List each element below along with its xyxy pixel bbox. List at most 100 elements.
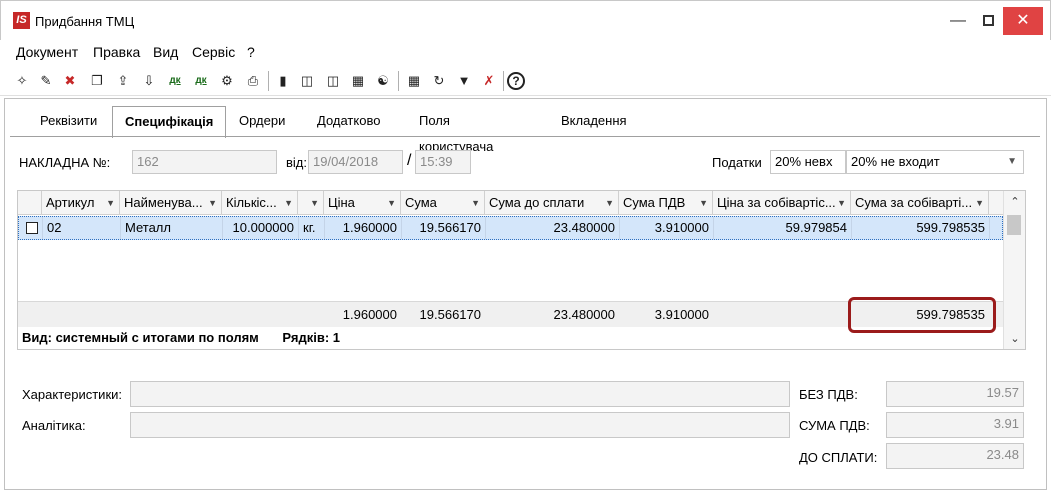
scroll-thumb[interactable] bbox=[1007, 215, 1021, 235]
cell-price[interactable]: 1.960000 bbox=[325, 217, 402, 239]
grid-header-article[interactable]: Артикул ▼ bbox=[42, 191, 120, 215]
chevron-up-icon[interactable]: ⌃ bbox=[1004, 195, 1026, 208]
menu-help[interactable]: ? bbox=[247, 44, 255, 60]
tax-mode-value: 20% не входит bbox=[851, 154, 940, 169]
window-title: Придбання ТМЦ bbox=[35, 14, 135, 29]
to-pay-label: ДО СПЛАТИ: bbox=[799, 450, 878, 465]
edit-document-icon[interactable]: ✎ bbox=[35, 70, 57, 92]
grid-rows-count: Рядків: 1 bbox=[282, 330, 341, 345]
cell-vat-sum[interactable]: 3.910000 bbox=[620, 217, 714, 239]
debit-credit-alt-icon[interactable]: дк bbox=[190, 70, 212, 92]
grid-header-unit[interactable]: ▼ bbox=[298, 191, 324, 215]
refresh-icon[interactable]: ↻ bbox=[428, 70, 450, 92]
chevron-down-icon: ▼ bbox=[1007, 156, 1017, 167]
filter-icon[interactable]: ▼ bbox=[453, 70, 475, 92]
sort-arrow-icon: ▼ bbox=[975, 198, 984, 208]
grid-header-vat-sum[interactable]: Сума ПДВ ▼ bbox=[619, 191, 713, 215]
menu-service[interactable]: Сервіс bbox=[192, 44, 235, 60]
group-icon[interactable]: ▦ bbox=[347, 70, 369, 92]
split-view-icon[interactable]: ◫ bbox=[322, 70, 344, 92]
sort-arrow-icon: ▼ bbox=[284, 198, 293, 208]
time-field[interactable]: 15:39 bbox=[415, 150, 471, 174]
maximize-button[interactable] bbox=[971, 7, 1005, 35]
cell-cost-sum[interactable]: 599.798535 bbox=[852, 217, 990, 239]
vertical-scrollbar[interactable]: ⌃ ⌄ bbox=[1003, 191, 1025, 349]
debit-credit-icon[interactable]: дк bbox=[164, 70, 186, 92]
import-icon[interactable]: ⇩ bbox=[138, 70, 160, 92]
total-price: 1.960000 bbox=[342, 307, 397, 322]
grid-header-name[interactable]: Найменува... ▼ bbox=[120, 191, 222, 215]
date-field[interactable]: 19/04/2018 bbox=[308, 150, 403, 174]
grid-header-sum[interactable]: Сума ▼ bbox=[401, 191, 485, 215]
toolbar-separator bbox=[503, 71, 504, 91]
grid-header-price[interactable]: Ціна ▼ bbox=[324, 191, 401, 215]
tax-mode-select[interactable]: 20% не входит ▼ bbox=[846, 150, 1024, 174]
tab-additional[interactable]: Додатково bbox=[305, 108, 392, 136]
cell-sum[interactable]: 19.566170 bbox=[402, 217, 486, 239]
tax-rate-field[interactable]: 20% невх bbox=[770, 150, 846, 174]
table-icon[interactable]: ▦ bbox=[403, 70, 425, 92]
characteristics-field[interactable] bbox=[130, 381, 790, 407]
menu-view[interactable]: Вид bbox=[153, 44, 178, 60]
sort-arrow-icon: ▼ bbox=[605, 198, 614, 208]
grid-header-quantity[interactable]: Кількіс... ▼ bbox=[222, 191, 298, 215]
columns-icon[interactable]: ◫ bbox=[296, 70, 318, 92]
table-row[interactable]: 02 Металл 10.000000 кг. 1.960000 19.5661… bbox=[18, 216, 1003, 240]
taxes-label: Податки bbox=[712, 155, 762, 170]
copy-icon[interactable]: ❐ bbox=[86, 70, 108, 92]
analytics-field[interactable] bbox=[130, 412, 790, 438]
grid-header-cost-sum[interactable]: Сума за собіварті... ▼ bbox=[851, 191, 989, 215]
cell-name[interactable]: Металл bbox=[121, 217, 223, 239]
sort-arrow-icon: ▼ bbox=[106, 198, 115, 208]
chevron-down-icon[interactable]: ⌄ bbox=[1004, 332, 1026, 345]
cell-unit[interactable]: кг. bbox=[299, 217, 325, 239]
vat-field[interactable]: 3.91 bbox=[886, 412, 1024, 438]
toolbar-separator bbox=[268, 71, 269, 91]
close-icon: ✕ bbox=[1016, 12, 1030, 29]
tree-icon[interactable]: ☯ bbox=[372, 70, 394, 92]
close-button[interactable]: ✕ bbox=[1003, 7, 1043, 35]
tab-divider bbox=[10, 136, 1040, 137]
sort-arrow-icon: ▼ bbox=[699, 198, 708, 208]
to-pay-field[interactable]: 23.48 bbox=[886, 443, 1024, 469]
app-logo-icon: IS bbox=[13, 12, 30, 29]
cell-article[interactable]: 02 bbox=[43, 217, 121, 239]
print-icon[interactable]: ⎙ bbox=[242, 70, 264, 92]
grid-header-cost-price[interactable]: Ціна за собівартіс... ▼ bbox=[713, 191, 851, 215]
analytics-label: Аналітика: bbox=[22, 418, 86, 433]
menu-edit[interactable]: Правка bbox=[93, 44, 140, 60]
tab-orders[interactable]: Ордери bbox=[227, 108, 297, 136]
cell-quantity[interactable]: 10.000000 bbox=[223, 217, 299, 239]
invoice-number-field[interactable]: 162 bbox=[132, 150, 277, 174]
grid-header-sum-to-pay[interactable]: Сума до сплати ▼ bbox=[485, 191, 619, 215]
block-icon[interactable]: ▮ bbox=[272, 70, 294, 92]
invoice-label: НАКЛАДНА №: bbox=[19, 155, 111, 170]
help-icon[interactable]: ? bbox=[507, 72, 525, 90]
cell-sum-to-pay[interactable]: 23.480000 bbox=[486, 217, 620, 239]
tab-requisites[interactable]: Реквізити bbox=[28, 108, 109, 136]
delete-document-icon[interactable]: ✖ bbox=[59, 70, 81, 92]
no-vat-field[interactable]: 19.57 bbox=[886, 381, 1024, 407]
grid-view-label: Вид: системный с итогами по полям bbox=[22, 330, 259, 345]
checkbox[interactable] bbox=[26, 222, 38, 234]
cell-cost-price[interactable]: 59.979854 bbox=[714, 217, 852, 239]
grid-status: Вид: системный с итогами по полям Рядків… bbox=[22, 330, 340, 345]
tab-specification[interactable]: Специфікація bbox=[112, 106, 227, 138]
total-sum: 19.566170 bbox=[419, 307, 481, 322]
new-document-icon[interactable]: ✧ bbox=[11, 70, 33, 92]
sort-arrow-icon: ▼ bbox=[310, 198, 319, 208]
total-sum-to-pay: 23.480000 bbox=[553, 307, 615, 322]
menu-document[interactable]: Документ bbox=[16, 44, 78, 60]
clear-filter-icon[interactable]: ✗ bbox=[478, 70, 500, 92]
title-bar: IS Придбання ТМЦ — ✕ bbox=[0, 0, 1051, 40]
vat-label: СУМА ПДВ: bbox=[799, 418, 870, 433]
tools-icon[interactable]: ⚙ bbox=[216, 70, 238, 92]
date-label: від: bbox=[286, 155, 307, 170]
fill-icon[interactable]: ⇪ bbox=[112, 70, 134, 92]
no-vat-label: БЕЗ ПДВ: bbox=[799, 387, 858, 402]
tab-user-fields[interactable]: Поля користувача bbox=[407, 108, 505, 154]
tab-attachments[interactable]: Вкладення bbox=[549, 108, 639, 136]
minimize-button[interactable]: — bbox=[941, 7, 975, 35]
sort-arrow-icon: ▼ bbox=[208, 198, 217, 208]
row-checkbox-cell[interactable] bbox=[19, 217, 43, 239]
